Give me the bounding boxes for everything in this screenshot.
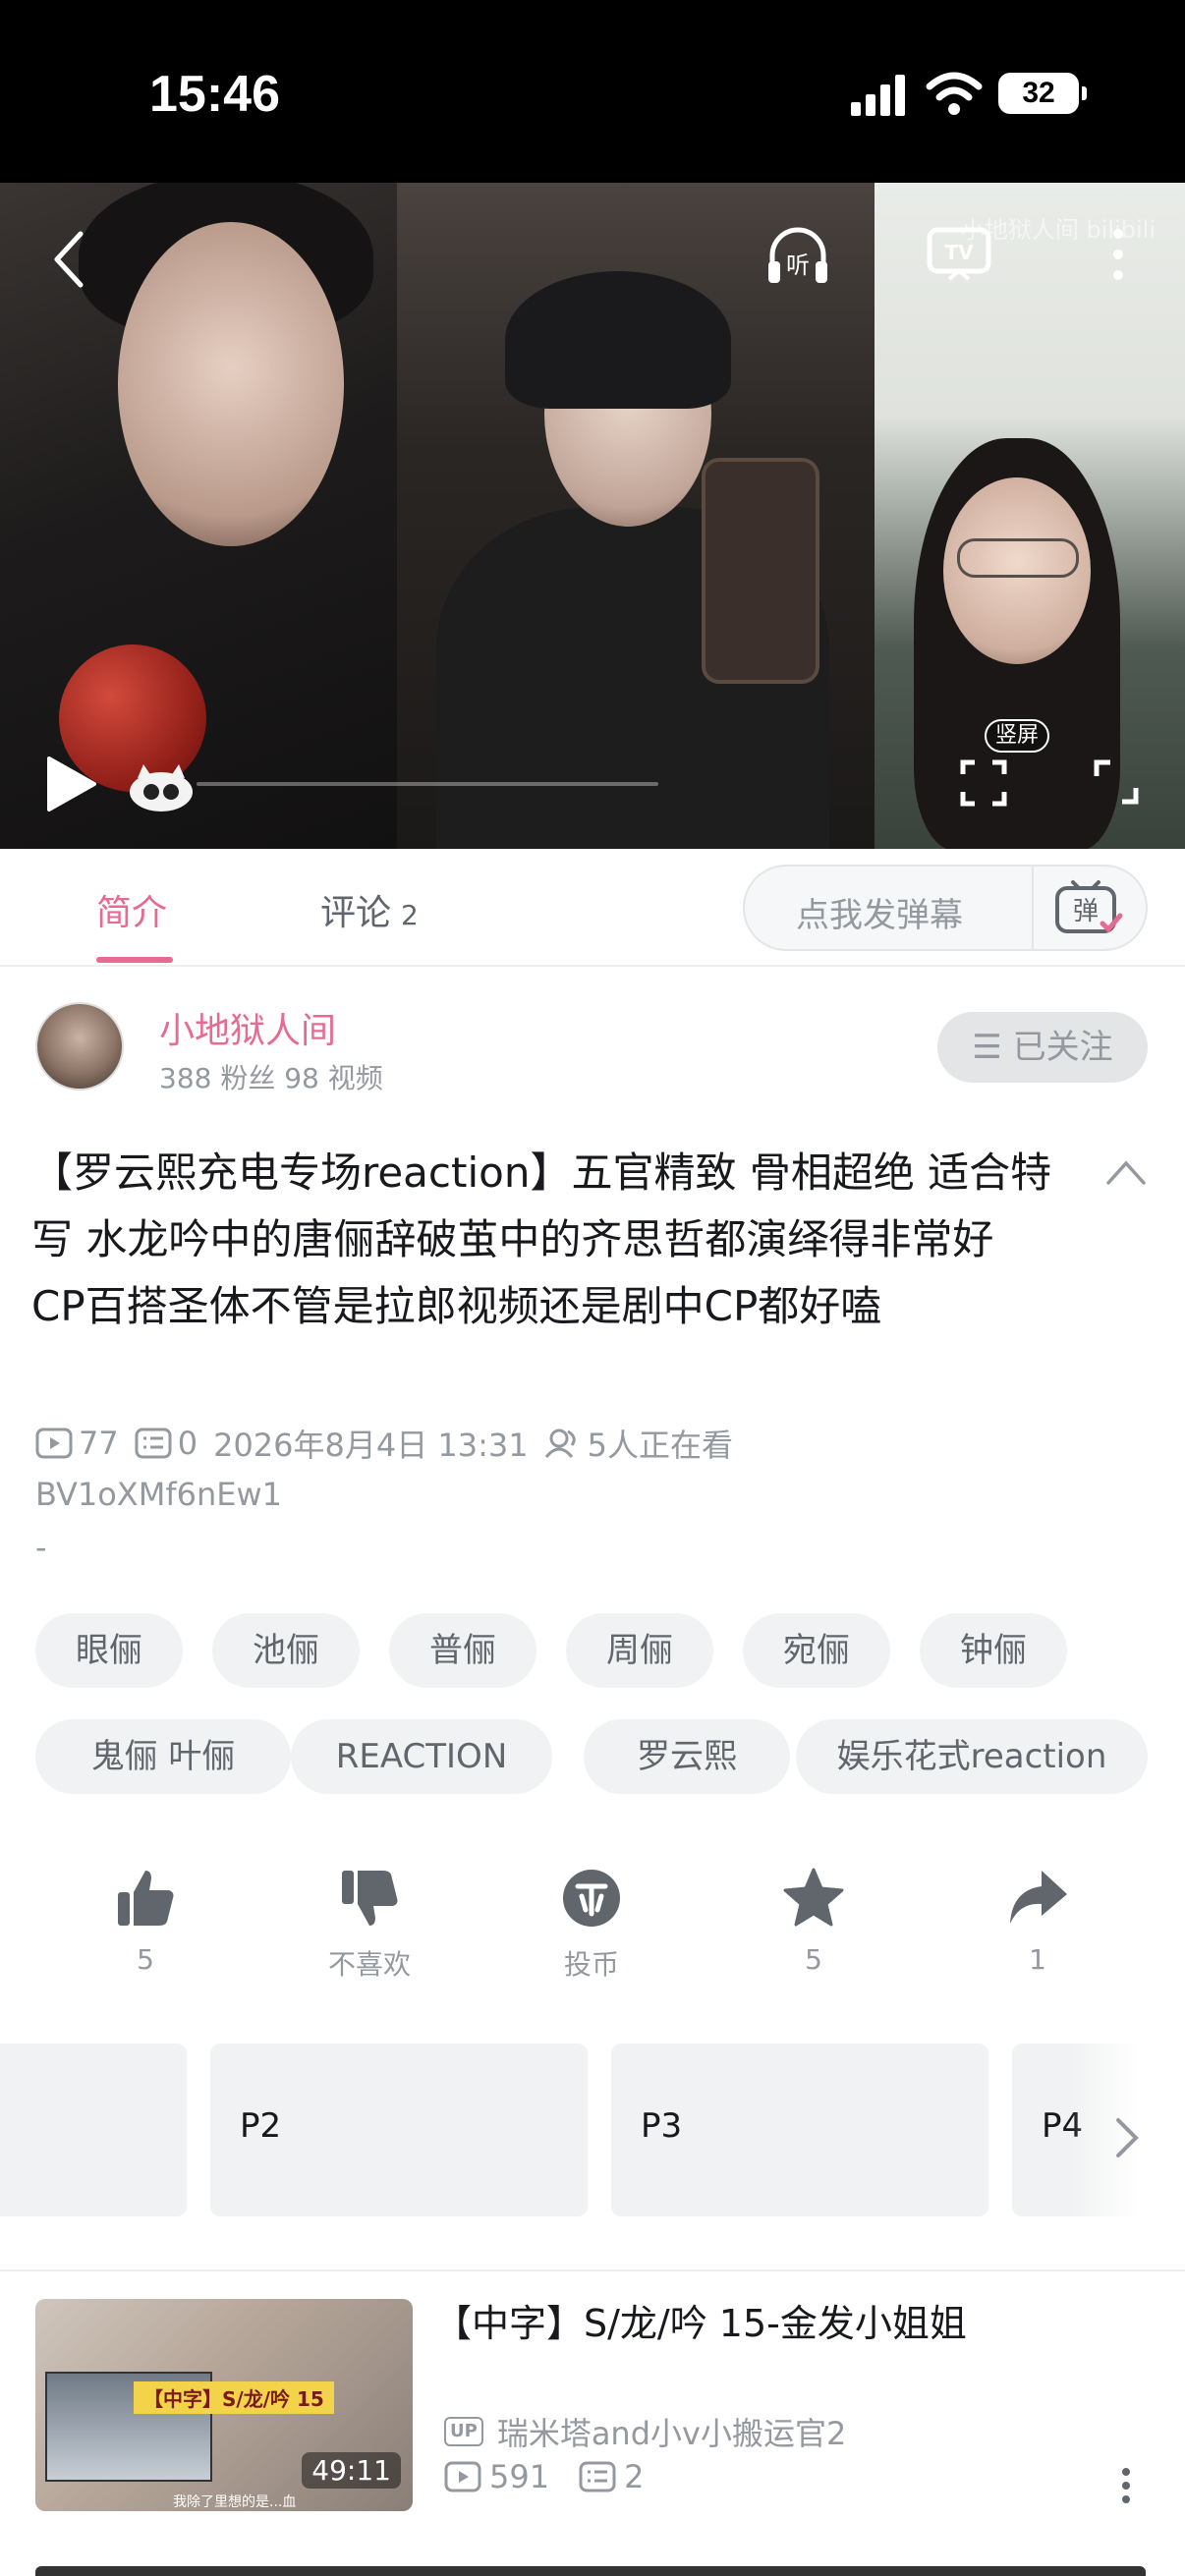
- tag-item[interactable]: 钟俪: [920, 1613, 1067, 1688]
- part-item[interactable]: P3: [611, 2044, 988, 2216]
- danmaku-count: 0: [177, 1425, 198, 1462]
- video-player[interactable]: 小地狱人间 bilibili 听 TV 竖屏: [0, 183, 1185, 849]
- fullscreen-icon[interactable]: [1093, 758, 1140, 806]
- share-button[interactable]: 1: [949, 1867, 1126, 1976]
- wifi-icon: [926, 72, 983, 115]
- tag-item[interactable]: 鬼俪 叶俪: [35, 1719, 291, 1794]
- vertical-screen-badge[interactable]: 竖屏: [985, 719, 1049, 753]
- coin-button[interactable]: 投币: [503, 1867, 680, 1983]
- headphones-listen-icon[interactable]: 听: [764, 222, 831, 289]
- chevron-up-icon[interactable]: [1104, 1157, 1148, 1187]
- video-meta: 77 0 2026年8月4日 13:31 5人正在看: [35, 1421, 733, 1466]
- vertical-fullscreen-icon[interactable]: [959, 758, 1008, 808]
- part-item-p1[interactable]: [0, 2044, 187, 2216]
- section-divider: [0, 2269, 1185, 2271]
- share-count: 1: [1029, 1943, 1046, 1976]
- bvid-text: BV1oXMf6nEw1: [35, 1476, 282, 1513]
- recommended-title[interactable]: 【中字】S/龙/吟 15-金发小姐姐: [434, 2299, 1122, 2348]
- play-icon[interactable]: [41, 753, 100, 815]
- coin-icon: [563, 1870, 620, 1927]
- part-item[interactable]: P2: [210, 2044, 588, 2216]
- status-time: 15:46: [149, 66, 280, 123]
- like-count: 5: [137, 1943, 154, 1976]
- up-badge-icon: UP: [444, 2417, 483, 2446]
- video-duration: 49:11: [302, 2452, 401, 2489]
- tag-item[interactable]: 周俪: [566, 1613, 713, 1688]
- danmaku-toggle-icon[interactable]: 弹: [1051, 878, 1126, 939]
- tab-intro[interactable]: 简介: [96, 884, 167, 935]
- share-arrow-icon: [1010, 1871, 1067, 1924]
- tag-item[interactable]: 罗云熙: [584, 1719, 790, 1794]
- recommended-views: 591: [489, 2458, 550, 2495]
- cellular-signal-icon: [851, 75, 905, 116]
- more-vertical-icon[interactable]: [1116, 2466, 1136, 2505]
- author-stats: 388 粉丝 98 视频: [159, 1062, 383, 1094]
- coin-label: 投币: [563, 1948, 619, 1981]
- play-count-icon: [35, 1428, 73, 1459]
- tag-item[interactable]: 宛俪: [743, 1613, 890, 1688]
- danmaku-placeholder: 点我发弹幕: [796, 896, 963, 935]
- danmaku-count-icon: [579, 2461, 616, 2492]
- recommended-video-item[interactable]: 【中字】S/龙/吟 15 49:11 我除了里想的是...血 【中字】S/龙/吟…: [0, 2299, 1185, 2535]
- thumbs-down-icon: [342, 1871, 398, 1926]
- dislike-label: 不喜欢: [327, 1948, 411, 1981]
- tag-item[interactable]: 娱乐花式reaction: [796, 1719, 1148, 1794]
- action-bar: 5 不喜欢 投币 5 1: [0, 1867, 1185, 2004]
- watching-count: 5人正在看: [587, 1427, 734, 1464]
- progress-cat-thumb-icon[interactable]: [126, 758, 197, 813]
- tab-comments-label: 评论: [320, 893, 392, 933]
- author-row: 小地狱人间 388 粉丝 98 视频 ☰ 已关注: [0, 982, 1185, 1110]
- progress-bar[interactable]: [197, 782, 658, 786]
- dislike-button[interactable]: 不喜欢: [281, 1867, 458, 1983]
- avatar[interactable]: [35, 1002, 124, 1091]
- tag-item[interactable]: 池俪: [212, 1613, 360, 1688]
- next-item-peek: [35, 2566, 1146, 2576]
- tag-item[interactable]: 眼俪: [35, 1613, 183, 1688]
- svg-text:TV: TV: [944, 241, 974, 264]
- thumbs-up-icon: [118, 1871, 174, 1926]
- video-thumbnail[interactable]: 【中字】S/龙/吟 15 49:11 我除了里想的是...血: [35, 2299, 413, 2511]
- author-name[interactable]: 小地狱人间: [159, 1002, 336, 1053]
- publish-date: 2026年8月4日 13:31: [213, 1427, 529, 1464]
- back-icon[interactable]: [49, 228, 88, 291]
- danmaku-count-icon: [135, 1428, 172, 1459]
- watching-people-icon: [544, 1428, 576, 1458]
- video-title: 【罗云熙充电专场reaction】五官精致 骨相超绝 适合特写 水龙吟中的唐俪辞…: [31, 1148, 1052, 1330]
- danmaku-input[interactable]: 点我发弹幕 弹: [743, 865, 1148, 951]
- tab-comments-count: 2: [401, 899, 419, 931]
- tv-cast-icon[interactable]: TV: [926, 222, 992, 285]
- view-count: 77: [79, 1425, 119, 1462]
- chevron-right-icon[interactable]: [1112, 2116, 1142, 2159]
- svg-text:听: 听: [786, 252, 810, 279]
- follow-button[interactable]: ☰ 已关注: [937, 1012, 1148, 1083]
- battery-indicator: 32: [998, 73, 1087, 114]
- part-label: P2: [240, 2106, 282, 2146]
- tab-active-indicator: [96, 957, 173, 963]
- part-label: P3: [641, 2106, 683, 2146]
- favorite-button[interactable]: 5: [725, 1867, 902, 1976]
- status-bar: 15:46 32: [0, 0, 1185, 183]
- favorite-count: 5: [805, 1943, 822, 1976]
- svg-text:弹: 弹: [1073, 897, 1099, 926]
- recommended-danmaku: 2: [624, 2458, 645, 2495]
- tag-item[interactable]: 普俪: [389, 1613, 536, 1688]
- thumbnail-caption: 【中字】S/龙/吟 15: [134, 2381, 334, 2414]
- description-text: -: [35, 1529, 47, 1566]
- star-icon: [783, 1868, 844, 1927]
- recommended-stats: 591 2: [444, 2458, 644, 2495]
- thumbnail-subtitle: 我除了里想的是...血: [173, 2494, 297, 2510]
- uploader-row: UP 瑞米塔and小v小搬运官2: [444, 2409, 846, 2454]
- like-button[interactable]: 5: [57, 1867, 234, 1976]
- danmaku-divider: [1032, 867, 1034, 949]
- episode-parts-list: P2 P3 P4: [0, 2044, 1185, 2216]
- more-options-icon[interactable]: [1099, 220, 1138, 289]
- uploader-name: 瑞米塔and小v小搬运官2: [496, 2415, 847, 2452]
- tab-comments[interactable]: 评论 2: [320, 884, 419, 935]
- play-count-icon: [444, 2461, 481, 2492]
- tag-item[interactable]: REACTION: [291, 1719, 552, 1794]
